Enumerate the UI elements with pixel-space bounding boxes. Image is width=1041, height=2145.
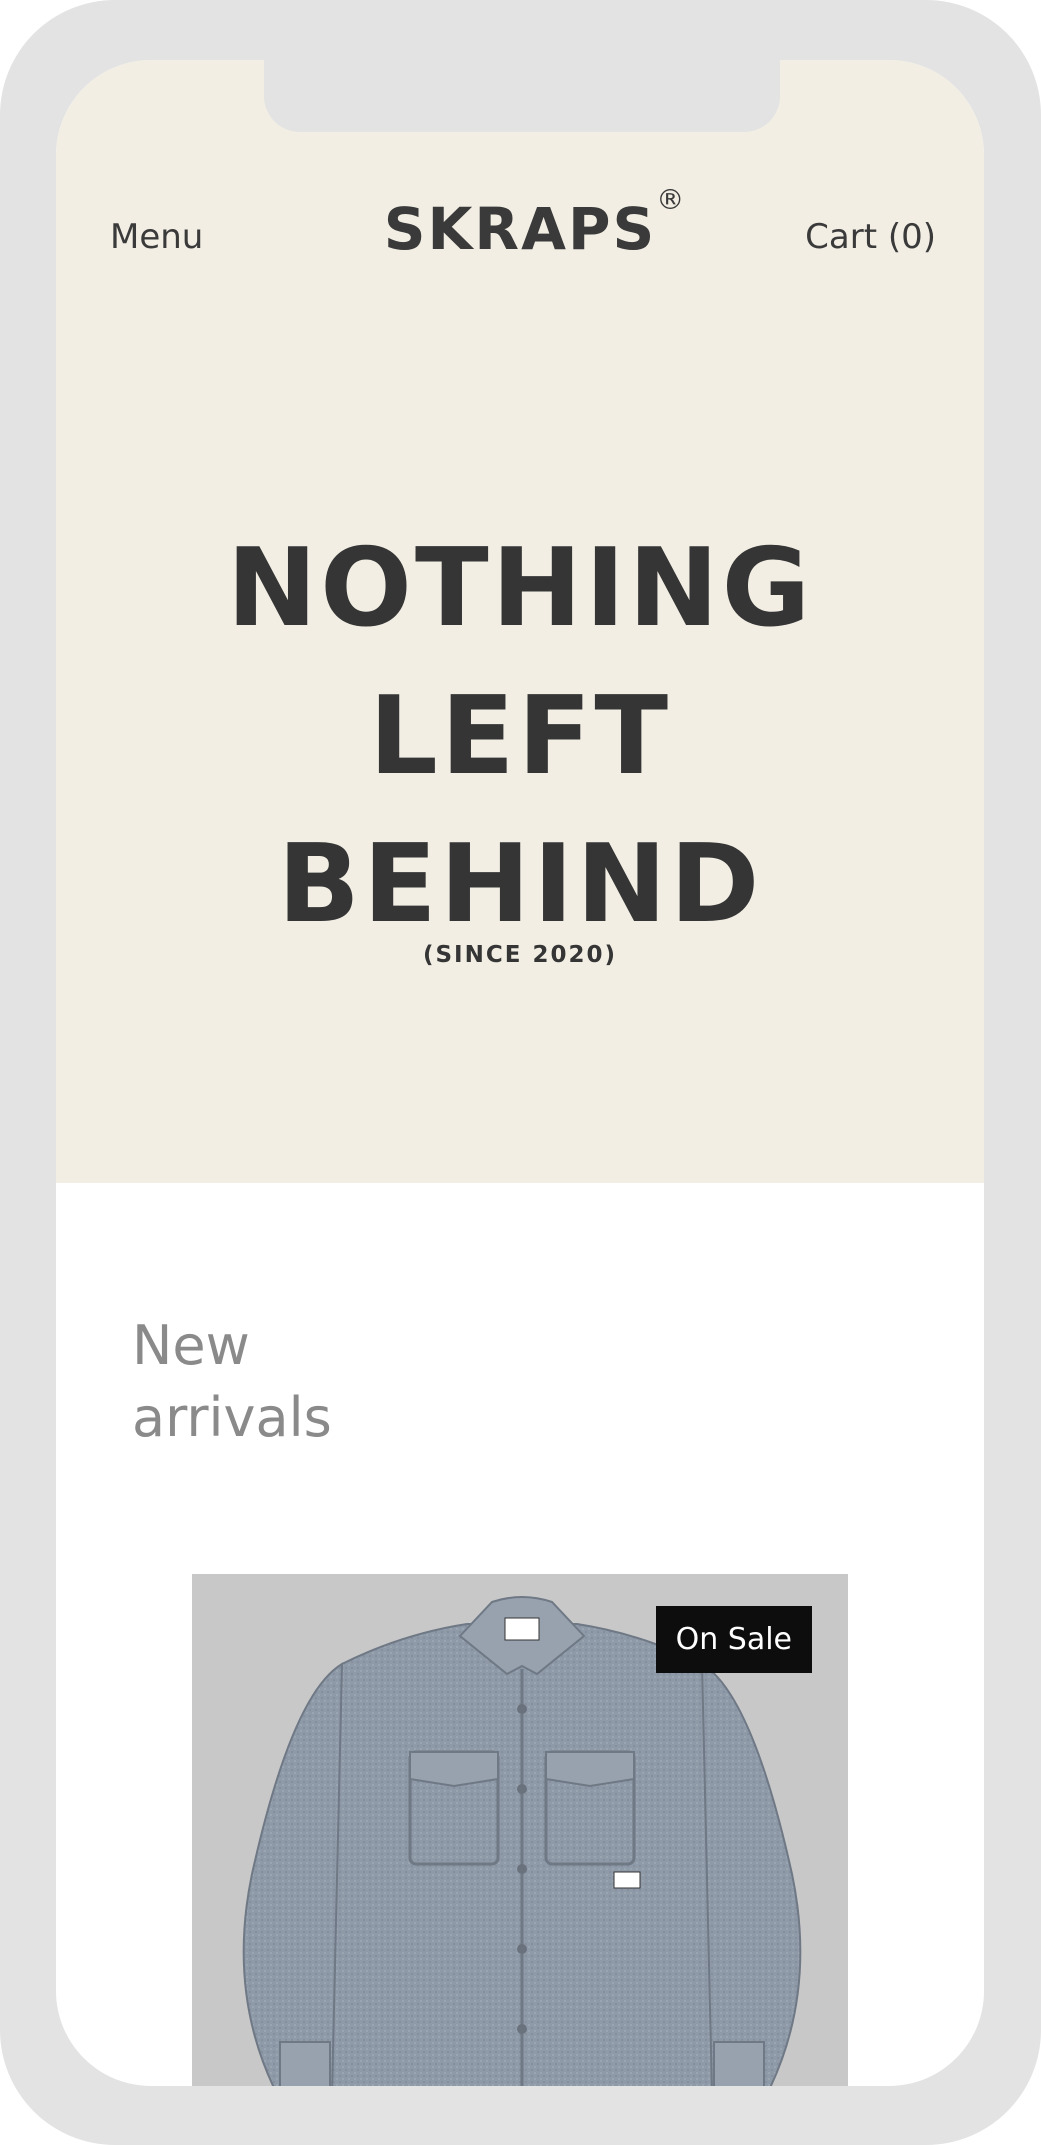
- site-header: Menu SKRAPS ® Cart (0): [56, 183, 984, 285]
- headline-line-1: NOTHING: [226, 526, 814, 651]
- headline-line-2: LEFT: [368, 674, 672, 799]
- registered-mark: ®: [656, 183, 687, 216]
- cart-button[interactable]: Cart (0): [805, 217, 936, 257]
- phone-notch: [264, 60, 780, 132]
- hero-tagline: (SINCE 2020): [422, 942, 617, 968]
- hero-section: Menu SKRAPS ® Cart (0) NOTHING LEFT BEHI…: [56, 60, 984, 1183]
- new-arrivals-title: New arrivals: [132, 1310, 332, 1454]
- hero-headline: NOTHING LEFT BEHIND: [56, 515, 984, 959]
- headline-line-3: BEHIND: [277, 822, 763, 947]
- on-sale-badge: On Sale: [655, 1606, 812, 1673]
- logo-text: SKRAPS: [383, 195, 657, 263]
- product-card[interactable]: On Sale: [192, 1574, 848, 2086]
- site-logo[interactable]: SKRAPS ®: [383, 183, 685, 263]
- title-line-1: New: [132, 1314, 250, 1377]
- title-line-2: arrivals: [132, 1386, 332, 1449]
- phone-frame: Menu SKRAPS ® Cart (0) NOTHING LEFT BEHI…: [0, 0, 1041, 2145]
- phone-screen: Menu SKRAPS ® Cart (0) NOTHING LEFT BEHI…: [56, 60, 984, 2086]
